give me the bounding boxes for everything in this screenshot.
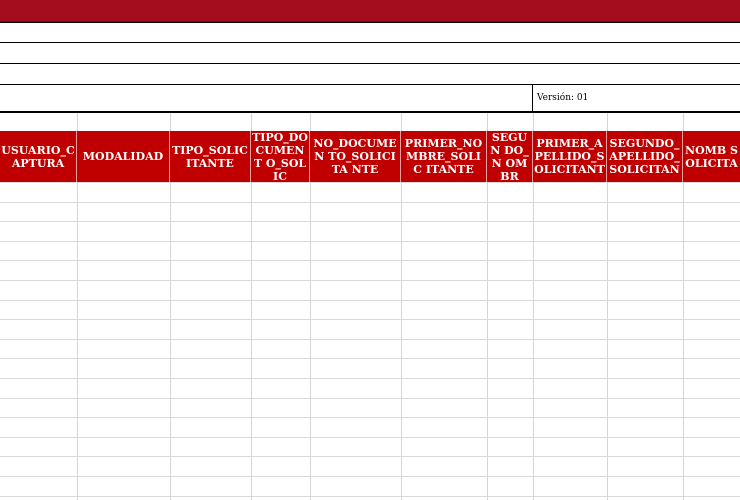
column-header-primer-nombre[interactable]: PRIMER_NO MBRE_SOLIC ITANTE <box>401 131 487 182</box>
column-header-modalidad[interactable]: MODALIDAD <box>77 131 170 182</box>
column-gridline <box>310 182 311 500</box>
column-header-label: TIPO_SOLIC ITANTE <box>172 143 248 170</box>
column-header-segundo-nombre[interactable]: SEGUN DO_N OMBR <box>487 131 533 182</box>
row-gridline <box>0 280 740 281</box>
row-gridline <box>0 241 740 242</box>
column-header-label: NOMB SOLICITA <box>685 143 738 170</box>
row-gridline <box>0 182 740 183</box>
column-gridline <box>170 182 171 500</box>
column-header-primer-apellido[interactable]: PRIMER_A PELLIDO_S OLICITANT <box>533 131 607 182</box>
row-border <box>0 42 740 43</box>
row-gridline <box>0 398 740 399</box>
column-header-tipo-documento[interactable]: TIPO_DO CUMENT O_SOLIC <box>251 131 310 182</box>
column-gridline <box>251 182 252 500</box>
column-header-segundo-apellido[interactable]: SEGUNDO_ APELLIDO_ SOLICITAN <box>607 131 683 182</box>
column-header-label: USUARIO_C APTURA <box>1 143 75 170</box>
column-gridline <box>683 182 684 500</box>
row-gridline <box>0 221 740 222</box>
column-gridline <box>77 182 78 500</box>
row-gridline <box>0 319 740 320</box>
row-gridline <box>0 202 740 203</box>
row-border <box>0 22 740 23</box>
row-gridline <box>0 339 740 340</box>
column-header-no-documento[interactable]: NO_DOCUMEN TO_SOLICITA NTE <box>310 131 401 182</box>
column-gridline <box>401 182 402 500</box>
row-border <box>0 111 740 113</box>
version-label: Versión: 01 <box>537 93 589 103</box>
row-gridline <box>0 476 740 477</box>
column-gridline <box>533 182 534 500</box>
column-gridline <box>607 182 608 500</box>
row-gridline <box>0 378 740 379</box>
title-banner <box>0 0 740 22</box>
column-header-label: SEGUN DO_N OMBR <box>490 131 529 182</box>
column-header-label: MODALIDAD <box>82 150 164 163</box>
row-gridline <box>0 358 740 359</box>
row-gridline <box>0 300 740 301</box>
column-header-usuario-captura[interactable]: USUARIO_C APTURA <box>0 131 77 182</box>
column-header-label: NO_DOCUMEN TO_SOLICITA NTE <box>313 137 397 176</box>
column-header-label: PRIMER_A PELLIDO_S OLICITANT <box>534 137 605 176</box>
column-header-row: USUARIO_C APTURA MODALIDAD TIPO_SOLIC IT… <box>0 131 740 182</box>
version-cell[interactable]: Versión: 01 <box>532 85 740 111</box>
column-header-label: TIPO_DO CUMENT O_SOLIC <box>252 131 308 182</box>
row-border <box>0 63 740 64</box>
row-gridline <box>0 260 740 261</box>
column-header-tipo-solicitante[interactable]: TIPO_SOLIC ITANTE <box>170 131 251 182</box>
column-header-nombre-solicitante[interactable]: NOMB SOLICITA <box>683 131 740 182</box>
column-header-label: SEGUNDO_ APELLIDO_ SOLICITAN <box>609 137 680 176</box>
row-gridline <box>0 456 740 457</box>
column-header-label: PRIMER_NO MBRE_SOLIC ITANTE <box>404 137 483 176</box>
row-gridline <box>0 417 740 418</box>
row-gridline <box>0 496 740 497</box>
column-gridline <box>487 182 488 500</box>
row-gridline <box>0 437 740 438</box>
